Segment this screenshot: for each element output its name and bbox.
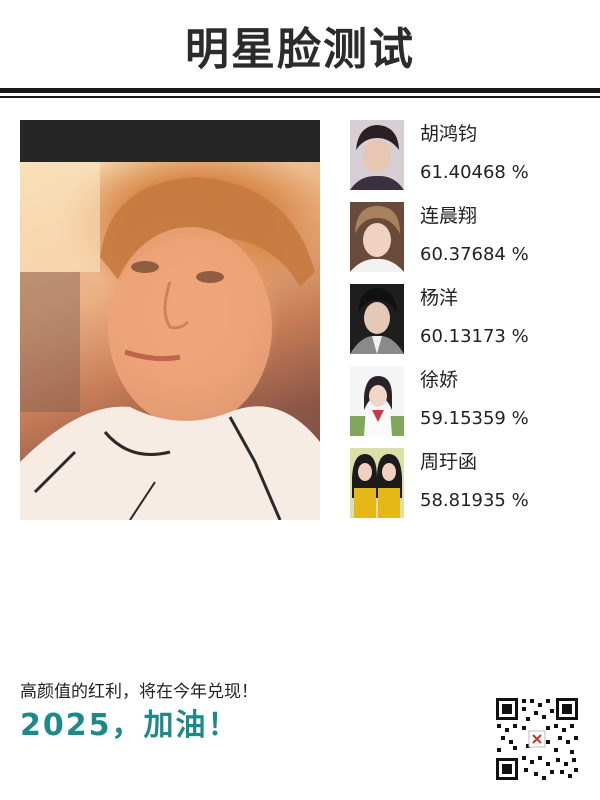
match-score: 58.81935 % xyxy=(420,490,529,511)
match-name: 周玗函 xyxy=(420,451,478,473)
slogan-line-1: 高颜值的红利，将在今年兑现！ xyxy=(20,682,258,702)
slogan-line-2: 2025，加油！ xyxy=(20,708,240,743)
page-title: 明星脸测试 xyxy=(185,24,415,75)
match-score: 60.13173 % xyxy=(420,326,529,347)
match-name: 杨洋 xyxy=(420,287,459,309)
match-thumbnail xyxy=(350,366,404,436)
match-score: 60.37684 % xyxy=(420,244,529,265)
title-rule-thin xyxy=(0,96,600,98)
match-name: 徐娇 xyxy=(420,369,459,391)
match-thumbnail xyxy=(350,284,404,354)
match-name: 胡鸿钧 xyxy=(420,123,478,145)
match-item: 连晨翔 60.37684 % xyxy=(350,202,590,274)
uploaded-photo-frame xyxy=(20,120,320,520)
qr-code[interactable] xyxy=(494,696,580,782)
match-item: 杨洋 60.13173 % xyxy=(350,284,590,356)
match-thumbnail xyxy=(350,448,404,518)
match-item: 周玗函 58.81935 % xyxy=(350,448,590,520)
title-rule-thick xyxy=(0,88,600,93)
match-score: 61.40468 % xyxy=(420,162,529,183)
match-item: 胡鸿钧 61.40468 % xyxy=(350,120,590,192)
match-score: 59.15359 % xyxy=(420,408,529,429)
match-name: 连晨翔 xyxy=(420,205,478,227)
uploaded-face-photo xyxy=(20,162,320,520)
match-thumbnail xyxy=(350,202,404,272)
photo-top-band xyxy=(20,120,320,162)
match-thumbnail xyxy=(350,120,404,190)
match-item: 徐娇 59.15359 % xyxy=(350,366,590,438)
